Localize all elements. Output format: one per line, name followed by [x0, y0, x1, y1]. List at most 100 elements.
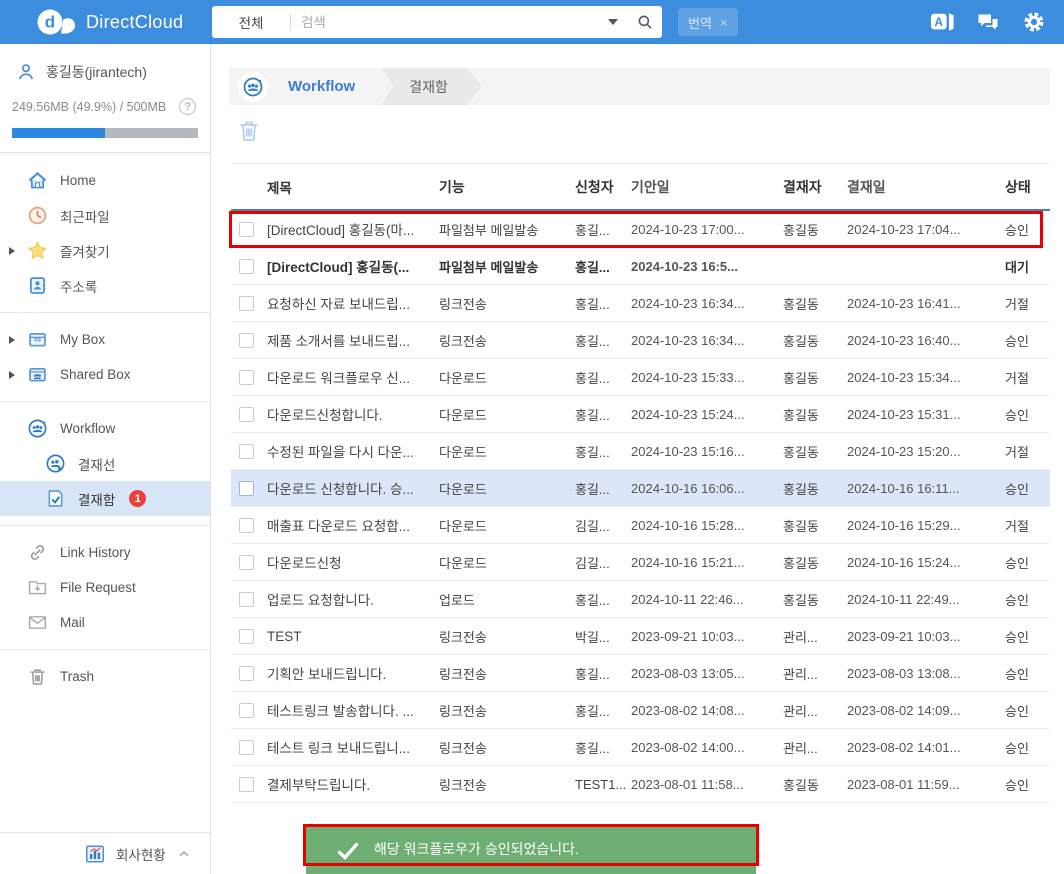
table-row[interactable]: 다운로드신청다운로드김길...2024-10-16 15:21...홍길동202…: [231, 544, 1050, 581]
sidebar-item-shared-box[interactable]: Shared Box: [0, 357, 210, 392]
sidebar-item-결재선[interactable]: 결재선: [0, 446, 210, 481]
table-row[interactable]: TEST링크전송박길...2023-09-21 10:03...관리...202…: [231, 618, 1050, 655]
storage-usage-text: 249.56MB (49.9%) / 500MB: [12, 100, 166, 114]
sharedbox-icon: [27, 364, 48, 385]
row-checkbox[interactable]: [239, 740, 254, 755]
row-checkbox[interactable]: [239, 777, 254, 792]
table-row[interactable]: 제품 소개서를 보내드립...링크전송홍길...2024-10-23 16:34…: [231, 322, 1050, 359]
row-checkbox[interactable]: [239, 481, 254, 496]
table-row[interactable]: 다운로드 신청합니다. 승...다운로드홍길...2024-10-16 16:0…: [231, 470, 1050, 507]
row-checkbox[interactable]: [239, 333, 254, 348]
sidebar-item-label: Link History: [60, 545, 131, 560]
expand-arrow-icon[interactable]: [9, 336, 15, 344]
table-row[interactable]: 요청하신 자료 보내드립...링크전송홍길...2024-10-23 16:34…: [231, 285, 1050, 322]
cell-title: 다운로드 워크플로우 신...: [267, 367, 439, 387]
main-content: Workflow 결재함 제목기능신청자기안일결재자결재일상태 [DirectC…: [211, 44, 1064, 874]
translate-tab[interactable]: 번역 ×: [678, 8, 738, 36]
column-header: 기안일: [631, 177, 783, 197]
chevron-up-icon[interactable]: [176, 846, 192, 862]
cell-draft-date: 2024-10-23 16:5...: [631, 259, 783, 274]
table-row[interactable]: [DirectCloud] 홍길동(마...파일첨부 메일발송홍길...2024…: [231, 211, 1050, 248]
search-scope-select[interactable]: 전체: [212, 12, 290, 32]
cell-approver: 홍길동: [783, 775, 847, 794]
row-checkbox[interactable]: [239, 370, 254, 385]
sidebar-item-최근파일[interactable]: 최근파일: [0, 198, 210, 233]
workflow-icon: [238, 72, 268, 102]
sidebar-item-mail[interactable]: Mail: [0, 605, 210, 640]
search-button[interactable]: [628, 6, 662, 38]
row-checkbox[interactable]: [239, 629, 254, 644]
table-row[interactable]: 매출표 다운로드 요청합...다운로드김길...2024-10-16 15:28…: [231, 507, 1050, 544]
cell-status: 승인: [1005, 553, 1050, 572]
cell-draft-date: 2024-10-16 15:28...: [631, 518, 783, 533]
table-row[interactable]: 테스트링크 발송합니다. ...링크전송홍길...2023-08-02 14:0…: [231, 692, 1050, 729]
table-row[interactable]: 수정된 파일을 다시 다운...다운로드홍길...2024-10-23 15:1…: [231, 433, 1050, 470]
row-checkbox[interactable]: [239, 666, 254, 681]
table-row[interactable]: 기획안 보내드립니다.링크전송홍길...2023-08-03 13:05...관…: [231, 655, 1050, 692]
search-input[interactable]: [291, 15, 604, 30]
row-checkbox[interactable]: [239, 222, 254, 237]
sidebar-item-trash[interactable]: Trash: [0, 659, 210, 694]
search-icon: [636, 13, 654, 31]
close-icon[interactable]: ×: [720, 15, 728, 30]
storage-progress-bar: [12, 128, 198, 138]
row-checkbox[interactable]: [239, 703, 254, 718]
delete-button[interactable]: [237, 118, 261, 144]
user-name[interactable]: 홍길동(jirantech): [46, 62, 147, 82]
row-checkbox[interactable]: [239, 296, 254, 311]
cell-approval-date: 2024-10-11 22:49...: [847, 592, 1005, 607]
cell-draft-date: 2024-10-23 16:34...: [631, 296, 783, 311]
sidebar-item-결재함[interactable]: 결재함1: [0, 481, 210, 516]
row-checkbox[interactable]: [239, 592, 254, 607]
cell-status: 승인: [1005, 220, 1050, 239]
cell-title: 제품 소개서를 보내드립...: [267, 330, 439, 350]
sidebar-item-home[interactable]: Home: [0, 163, 210, 198]
messenger-button[interactable]: [976, 10, 1000, 34]
row-checkbox[interactable]: [239, 518, 254, 533]
row-checkbox[interactable]: [239, 444, 254, 459]
sidebar-item-label: Workflow: [60, 421, 115, 436]
sidebar-item-label: 즐겨찾기: [60, 241, 110, 261]
cell-title: 매출표 다운로드 요청합...: [267, 515, 439, 535]
cell-draft-date: 2023-08-03 13:05...: [631, 666, 783, 681]
sidebar-item-file-request[interactable]: File Request: [0, 570, 210, 605]
chart-icon: [84, 843, 106, 865]
breadcrumb-root[interactable]: Workflow: [288, 78, 355, 95]
chevron-down-icon[interactable]: [608, 19, 618, 25]
sidebar-item-label: 결재함: [78, 489, 115, 509]
sidebar-item-my-box[interactable]: My Box: [0, 322, 210, 357]
translator-app-button[interactable]: A: [930, 10, 954, 34]
cell-approver: 관리...: [783, 664, 847, 683]
company-status-bar[interactable]: 회사현황: [0, 832, 210, 874]
expand-arrow-icon[interactable]: [9, 371, 15, 379]
cell-function: 링크전송: [439, 294, 575, 313]
translator-app-icon: A: [930, 10, 954, 34]
row-checkbox[interactable]: [239, 555, 254, 570]
row-checkbox[interactable]: [239, 259, 254, 274]
user-icon: [16, 62, 36, 82]
cell-title: [DirectCloud] 홍길동(...: [267, 256, 439, 276]
directcloud-logo[interactable]: d DirectCloud: [36, 8, 183, 36]
sidebar-item-즐겨찾기[interactable]: 즐겨찾기: [0, 233, 210, 268]
cell-draft-date: 2023-08-01 11:58...: [631, 777, 783, 792]
table-row[interactable]: 테스트 링크 보내드립니...링크전송홍길...2023-08-02 14:00…: [231, 729, 1050, 766]
sidebar-item-주소록[interactable]: 주소록: [0, 268, 210, 303]
cell-approver: 홍길동: [783, 442, 847, 461]
sidebar-item-workflow[interactable]: Workflow: [0, 411, 210, 446]
table-row[interactable]: 업로드 요청합니다.업로드홍길...2024-10-11 22:46...홍길동…: [231, 581, 1050, 618]
expand-arrow-icon[interactable]: [9, 247, 15, 255]
table-row[interactable]: 결제부탁드립니다.링크전송TEST1...2023-08-01 11:58...…: [231, 766, 1050, 803]
link-icon: [27, 542, 48, 563]
help-icon[interactable]: ?: [179, 98, 196, 115]
sidebar-item-link-history[interactable]: Link History: [0, 535, 210, 570]
table-row[interactable]: 다운로드 워크플로우 신...다운로드홍길...2024-10-23 15:33…: [231, 359, 1050, 396]
table-row[interactable]: [DirectCloud] 홍길동(...파일첨부 메일발송홍길...2024-…: [231, 248, 1050, 285]
sidebar: 홍길동(jirantech) 249.56MB (49.9%) / 500MB …: [0, 44, 211, 874]
row-checkbox[interactable]: [239, 407, 254, 422]
cell-applicant: 홍길...: [575, 442, 631, 461]
settings-button[interactable]: [1022, 10, 1046, 34]
breadcrumb-current[interactable]: 결재함: [381, 68, 482, 105]
table-row[interactable]: 다운로드신청합니다.다운로드홍길...2024-10-23 15:24...홍길…: [231, 396, 1050, 433]
cell-title: 업로드 요청합니다.: [267, 589, 439, 609]
cell-draft-date: 2023-08-02 14:08...: [631, 703, 783, 718]
